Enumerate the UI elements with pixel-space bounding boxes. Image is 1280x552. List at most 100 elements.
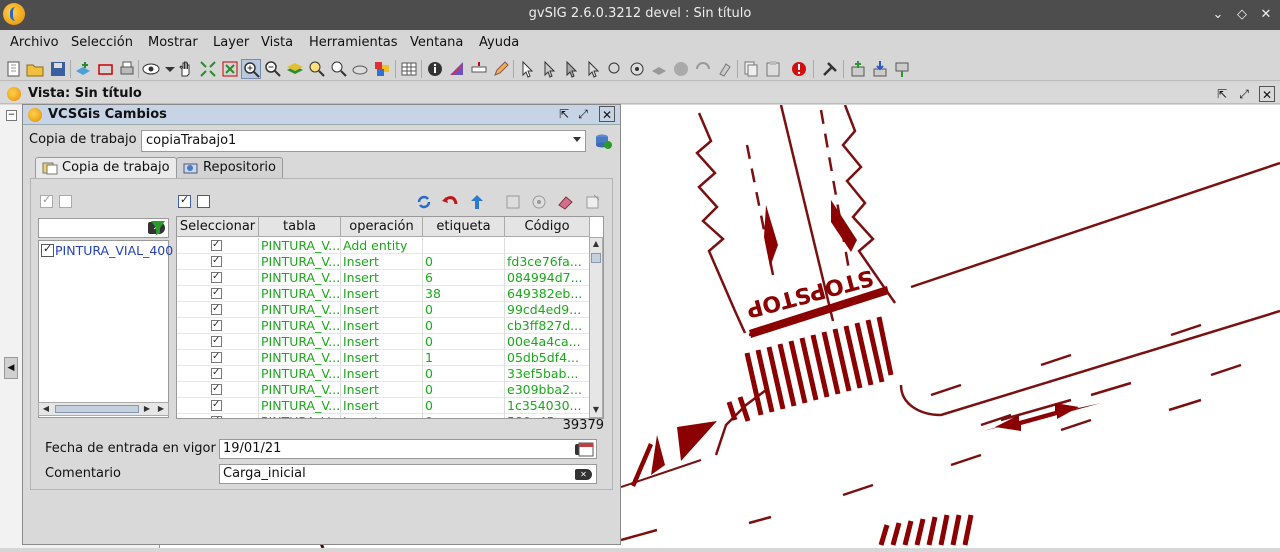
vcs-commit-icon[interactable] [892,59,912,79]
table-row[interactable]: PINTURA_V...Insert0e309bba2... [177,382,590,398]
table-row[interactable]: PINTURA_V...Insert0580a45e... [177,414,590,418]
working-copy-select[interactable]: copiaTrabajo1 [141,130,586,152]
list-item[interactable]: PINTURA_VIAL_400 [41,242,173,259]
dialog-close-icon[interactable]: ✕ [599,106,615,122]
select-all-tables-checkbox[interactable] [40,193,53,208]
menu-mostrar[interactable]: Mostrar [148,35,198,50]
scroll-right-end-icon[interactable]: ▶ [155,403,167,415]
print-icon[interactable] [117,59,137,79]
table-row[interactable]: PINTURA_V...Insert38649382eb... [177,286,590,302]
column-header-codigo[interactable]: Código [505,217,590,237]
tools-settings-icon[interactable] [820,59,840,79]
row-select-cell[interactable] [177,238,259,254]
database-add-icon[interactable] [594,132,612,150]
select-by-layer-icon[interactable] [649,59,669,79]
menu-seleccion[interactable]: Selección [71,35,133,50]
splitter-arrow-icon[interactable]: ◀ [4,357,18,379]
table-row[interactable]: PINTURA_V...Insert099cd4ed9... [177,302,590,318]
measure-distance-icon[interactable] [469,59,489,79]
dialog-maximize-icon[interactable]: ⤢ [575,106,591,122]
row-select-checkbox[interactable] [211,318,222,332]
info-icon[interactable] [425,59,445,79]
export-disabled-icon[interactable] [584,193,602,211]
row-select-cell[interactable] [177,398,259,414]
vcs-add-icon[interactable] [848,59,868,79]
row-select-cell[interactable] [177,286,259,302]
zoom-layer-icon[interactable] [307,59,327,79]
scroll-left-icon[interactable]: ◀ [40,403,52,415]
edit-pencil-icon[interactable] [491,59,511,79]
table-row[interactable]: PINTURA_V...Insert0cb3ff827d... [177,318,590,334]
menu-vista[interactable]: Vista [261,35,293,50]
table-row[interactable]: PINTURA_V...Add entity [177,238,590,254]
minimize-icon[interactable]: ⌄ [1209,6,1227,24]
map-canvas[interactable]: STOP STOP [621,105,1280,548]
row-select-cell[interactable] [177,318,259,334]
close-icon[interactable]: ✕ [1257,6,1275,24]
menu-ayuda[interactable]: Ayuda [479,35,519,50]
row-select-checkbox[interactable] [211,414,222,418]
add-layer-icon[interactable] [73,59,93,79]
center-disabled-icon[interactable] [530,193,548,211]
row-select-cell[interactable] [177,302,259,318]
tab-copia-de-trabajo[interactable]: Copia de trabajo [35,157,177,179]
revert-undo-icon[interactable] [441,193,459,211]
view-close-icon[interactable]: ✕ [1259,86,1275,102]
save-icon[interactable] [48,59,68,79]
row-select-checkbox[interactable] [211,350,222,364]
select-all-changes-checkbox[interactable] [178,193,191,208]
column-header-tabla[interactable]: tabla [259,217,341,237]
row-select-cell[interactable] [177,366,259,382]
layers-icon[interactable] [285,59,305,79]
eraser-icon[interactable] [556,193,574,211]
select-all-icon[interactable] [671,59,691,79]
table-row[interactable]: PINTURA_V...Insert6084994d7... [177,270,590,286]
table-row[interactable]: PINTURA_V...Insert0fd3ce76fa... [177,254,590,270]
select-circle-icon[interactable] [605,59,625,79]
zoom-in-icon[interactable] [241,59,261,79]
table-scroll-thumb[interactable] [591,253,601,263]
column-header-etiqueta[interactable]: etiqueta [423,217,505,237]
refresh-icon[interactable] [415,193,433,211]
zoom-out-icon[interactable] [263,59,283,79]
row-select-cell[interactable] [177,270,259,286]
eye-visibility-icon[interactable] [141,59,161,79]
invert-selection-icon[interactable] [693,59,713,79]
view-undock-icon[interactable]: ⇱ [1214,86,1230,102]
rectangle-icon[interactable] [96,59,116,79]
select-buffer-icon[interactable] [627,59,647,79]
table-row[interactable]: PINTURA_V...Insert000e4a4ca... [177,334,590,350]
row-select-cell[interactable] [177,334,259,350]
row-select-cell[interactable] [177,254,259,270]
copy-disabled-icon[interactable] [504,193,522,211]
filter-funnel-icon[interactable] [149,218,167,236]
select-pointer-icon[interactable] [517,59,537,79]
row-select-checkbox[interactable] [211,270,222,284]
color-tools-icon[interactable] [372,59,392,79]
table-checkbox[interactable] [41,242,54,257]
tables-list-scrollbar[interactable]: ◀ ▶ ▶ [38,402,169,416]
vcs-update-icon[interactable] [870,59,890,79]
row-select-checkbox[interactable] [211,302,222,316]
toc-collapse-icon[interactable]: − [6,110,17,121]
select-rectangle-icon[interactable] [539,59,559,79]
table-row[interactable]: PINTURA_V...Insert105db5df4... [177,350,590,366]
clear-comment-icon[interactable]: ✕ [575,469,592,480]
row-select-checkbox[interactable] [211,334,222,348]
scroll-right-icon[interactable]: ▶ [141,403,153,415]
select-polygon-icon[interactable] [561,59,581,79]
measure-area-icon[interactable] [447,59,467,79]
row-select-cell[interactable] [177,350,259,366]
scroll-up-icon[interactable]: ▲ [590,238,602,250]
menu-herramientas[interactable]: Herramientas [309,35,398,50]
copy-features-icon[interactable] [741,59,761,79]
stop-error-icon[interactable] [789,59,809,79]
row-select-checkbox[interactable] [211,366,222,380]
open-folder-icon[interactable] [25,59,45,79]
table-icon[interactable] [399,59,419,79]
table-row[interactable]: PINTURA_V...Insert033ef5bab... [177,366,590,382]
row-select-checkbox[interactable] [211,254,222,268]
pan-hand-icon[interactable] [176,59,196,79]
menu-ventana[interactable]: Ventana [410,35,463,50]
row-select-checkbox[interactable] [211,382,222,396]
